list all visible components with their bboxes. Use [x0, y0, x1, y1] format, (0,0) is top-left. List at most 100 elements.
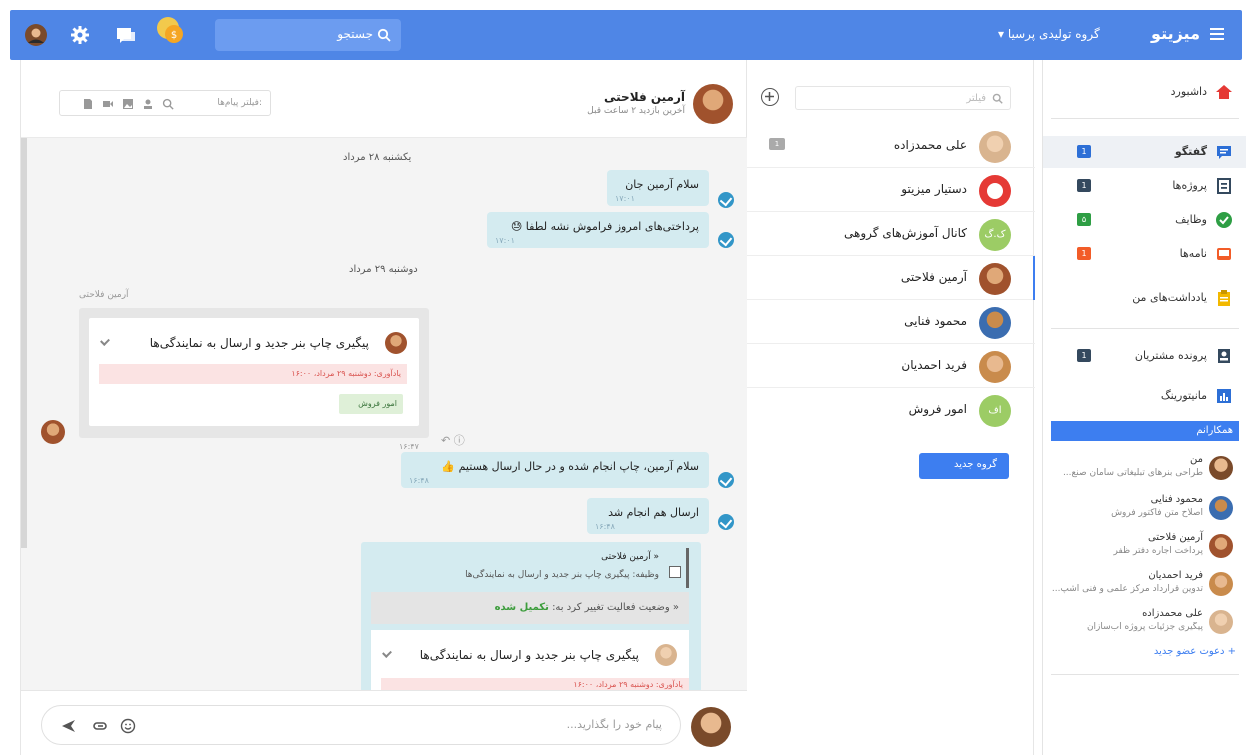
avatar: [691, 707, 731, 747]
new-group-button[interactable]: گروه جدید: [919, 453, 1009, 479]
home-icon: [1216, 85, 1232, 99]
user-avatar-icon[interactable]: [24, 23, 48, 47]
sidebar-item-customers[interactable]: پرونده مشتریان 1: [1043, 340, 1246, 372]
outgoing-message[interactable]: پرداختی‌های امروز فراموش نشه لطفا 😓 ۱۷:۰…: [487, 212, 709, 248]
brand-name: میزیتو: [1151, 24, 1200, 43]
colleague-name: علی محمدزاده: [1142, 608, 1203, 619]
conversation-item[interactable]: ک.گ کانال آموزش‌های گروهی: [747, 212, 1035, 256]
conversation-name: فرید احمدیان: [901, 358, 967, 372]
emoji-icon[interactable]: [120, 718, 136, 734]
colleague-name: محمود فنایی: [1150, 494, 1203, 505]
gear-icon[interactable]: [68, 23, 92, 47]
outgoing-message[interactable]: سلام آرمین جان ۱۷:۰۱: [607, 170, 709, 206]
sidebar-item-tasks[interactable]: وظایف ۵: [1043, 204, 1246, 236]
message-time: ۱۶:۴۸: [409, 476, 429, 485]
task-card-inner: پیگیری چاپ بنر جدید و ارسال به نمایندگی‌…: [89, 318, 419, 426]
outgoing-message[interactable]: ارسال هم انجام شد ۱۶:۴۸: [587, 498, 709, 534]
colleague-item[interactable]: من طراحی بنرهای تبلیغاتی سامان صنع...: [1051, 452, 1239, 488]
sidebar-item-monitoring[interactable]: مانیتورینگ: [1043, 380, 1246, 412]
avatar: [979, 351, 1011, 383]
user-filter-icon[interactable]: [142, 98, 154, 110]
attachment-icon[interactable]: [92, 718, 108, 734]
note-icon: [1218, 290, 1230, 306]
sidebar-item-label: وظایف: [1175, 213, 1207, 226]
sidebar-item-dashboard[interactable]: داشبورد: [1043, 76, 1246, 108]
conversation-item[interactable]: اف امور فروش: [747, 388, 1035, 432]
add-conversation-icon[interactable]: [761, 88, 779, 106]
channel-avatar: ک.گ: [979, 219, 1011, 251]
sidebar-item-chat[interactable]: گفتگو 1: [1043, 136, 1246, 168]
search-icon[interactable]: [162, 98, 174, 110]
day-separator: یکشنبه ۲۸ مرداد: [343, 152, 412, 163]
image-filter-icon[interactable]: [122, 98, 134, 110]
sidebar-item-label: نامه‌ها: [1179, 247, 1207, 260]
channel-initials: ک.گ: [984, 229, 1006, 240]
search-box[interactable]: جستجو: [215, 19, 401, 51]
sender-name: آرمین فلاحتی: [79, 290, 129, 300]
avatar: [385, 332, 407, 354]
conversation-item[interactable]: دستیار میزیتو: [747, 168, 1035, 212]
sidebar-item-label: مانیتورینگ: [1160, 389, 1207, 402]
avatar[interactable]: [693, 84, 733, 124]
chat-icon: [1217, 146, 1231, 159]
reply-icon[interactable]: ↶ ⓘ: [441, 432, 465, 448]
message-filter-label: فیلتر پیام‌ها:: [217, 98, 262, 108]
avatar: [1209, 534, 1233, 558]
checkmark-icon[interactable]: [382, 648, 392, 658]
reminder-text: یادآوری: دوشنبه ۲۹ مرداد، ۱۶:۰۰: [291, 369, 401, 378]
inbox-icon: [1217, 248, 1231, 260]
sidebar-item-letters[interactable]: نامه‌ها 1: [1043, 238, 1246, 270]
outgoing-message[interactable]: سلام آرمین، چاپ انجام شده و در حال ارسال…: [401, 452, 709, 488]
unread-badge: 1: [769, 138, 785, 150]
conversation-item[interactable]: آرمین فلاحتی: [747, 256, 1035, 300]
invite-member-link[interactable]: + دعوت عضو جدید: [1154, 646, 1236, 657]
task-tag[interactable]: امور فروش: [339, 394, 403, 414]
sidebar-item-notes[interactable]: یادداشت‌های من: [1043, 282, 1246, 314]
chat-icon[interactable]: [114, 23, 138, 47]
message-time: ۱۶:۴۸: [595, 522, 615, 531]
activity-card[interactable]: « آرمین فلاحتی وظیفه: پیگیری چاپ بنر جدی…: [361, 542, 701, 690]
colleague-item[interactable]: محمود فنایی اصلاح متن فاکتور فروش: [1051, 492, 1239, 528]
coin-icon[interactable]: $: [154, 14, 186, 46]
message-text: پرداختی‌های امروز فراموش نشه لطفا 😓: [510, 220, 699, 233]
colleague-item[interactable]: آرمین فلاحتی پرداخت اجاره دفتر ظفر: [1051, 530, 1239, 566]
conversation-item[interactable]: علی محمدزاده 1: [747, 124, 1035, 168]
delivered-check-icon: [718, 472, 734, 488]
sidebar-item-label: پرونده مشتریان: [1134, 349, 1207, 362]
conversation-item[interactable]: فرید احمدیان: [747, 344, 1035, 388]
activity-task-card[interactable]: پیگیری چاپ بنر جدید و ارسال به نمایندگی‌…: [371, 630, 689, 690]
conversation-name: کانال آموزش‌های گروهی: [844, 226, 967, 240]
count-badge: ۵: [1077, 213, 1091, 226]
colleague-item[interactable]: فرید احمدیان تدوین قرارداد مرکز علمی و ف…: [1051, 568, 1239, 604]
contacts-icon: [1218, 349, 1230, 363]
avatar[interactable]: [41, 420, 65, 444]
conversation-name: دستیار میزیتو: [901, 182, 967, 196]
conversation-filter-input[interactable]: فیلتر: [795, 86, 1011, 110]
video-filter-icon[interactable]: [102, 98, 114, 110]
file-filter-icon[interactable]: [82, 98, 94, 110]
avatar: [979, 263, 1011, 295]
message-filter[interactable]: فیلتر پیام‌ها:: [59, 90, 271, 116]
colleague-item[interactable]: علی محمدزاده پیگیری جزئیات پروژه آب‌سازا…: [1051, 606, 1239, 642]
company-selector[interactable]: گروه تولیدی پرسیا ▾: [998, 27, 1100, 41]
task-card[interactable]: پیگیری چاپ بنر جدید و ارسال به نمایندگی‌…: [79, 308, 429, 438]
message-time: ۱۷:۰۱: [495, 236, 515, 245]
menu-icon[interactable]: [1196, 24, 1224, 46]
checkmark-icon[interactable]: [100, 336, 110, 346]
svg-text:$: $: [171, 30, 177, 41]
sidebar: داشبورد گفتگو 1 پروژه‌ها 1 وظایف ۵ نامه‌…: [1042, 60, 1246, 755]
colleague-name: من: [1190, 454, 1203, 465]
reminder-text: یادآوری: دوشنبه ۲۹ مرداد، ۱۶:۰۰: [573, 680, 683, 689]
delivered-check-icon: [718, 232, 734, 248]
group-avatar: اف: [979, 395, 1011, 427]
conversation-item[interactable]: محمود فنایی: [747, 300, 1035, 344]
sidebar-item-label: گفتگو: [1174, 145, 1207, 158]
task-checkbox[interactable]: [669, 566, 681, 578]
divider: [1051, 328, 1239, 329]
message-input[interactable]: پیام خود را بگذارید...: [41, 705, 681, 745]
colleague-task: پرداخت اجاره دفتر ظفر: [1113, 546, 1203, 556]
send-icon[interactable]: [60, 718, 76, 734]
day-separator: دوشنبه ۲۹ مرداد: [349, 264, 418, 275]
message-text: ارسال هم انجام شد: [608, 506, 699, 519]
sidebar-item-projects[interactable]: پروژه‌ها 1: [1043, 170, 1246, 202]
